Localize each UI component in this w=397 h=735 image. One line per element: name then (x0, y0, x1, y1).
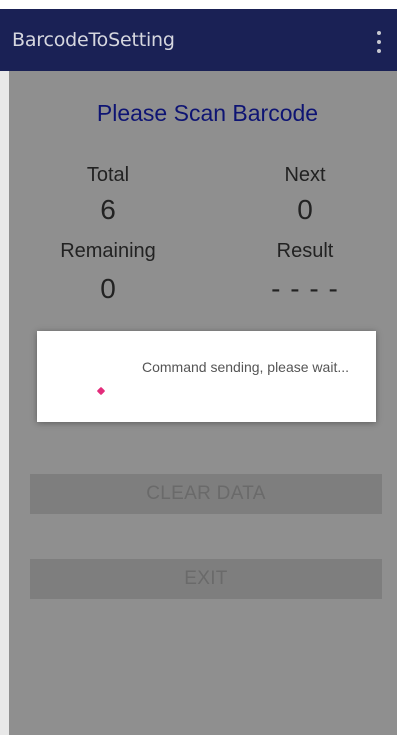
result-label: Result (276, 240, 334, 262)
left-edge-strip (0, 71, 9, 735)
app-bar: BarcodeToSetting (0, 9, 397, 71)
menu-dot (377, 49, 381, 53)
total-value: 6 (100, 194, 116, 225)
dialog-message: Command sending, please wait... (142, 359, 349, 375)
screen: BarcodeToSetting Please Scan Barcode Tot… (0, 0, 397, 735)
remaining-value: 0 (100, 273, 116, 304)
progress-dialog: Command sending, please wait... (37, 331, 376, 422)
exit-button[interactable]: EXIT (30, 559, 382, 599)
menu-dot (377, 31, 381, 35)
remaining-label: Remaining (60, 240, 156, 262)
progress-spinner-icon (96, 386, 106, 396)
next-value: 0 (297, 194, 313, 225)
more-vert-icon[interactable] (375, 31, 383, 53)
page-heading: Please Scan Barcode (96, 100, 319, 126)
status-bar (0, 0, 397, 9)
result-value: - - - - (271, 273, 339, 304)
total-label: Total (86, 164, 130, 186)
clear-data-button[interactable]: CLEAR DATA (30, 474, 382, 514)
next-label: Next (284, 164, 326, 186)
menu-dot (377, 40, 381, 44)
app-title: BarcodeToSetting (12, 29, 175, 51)
